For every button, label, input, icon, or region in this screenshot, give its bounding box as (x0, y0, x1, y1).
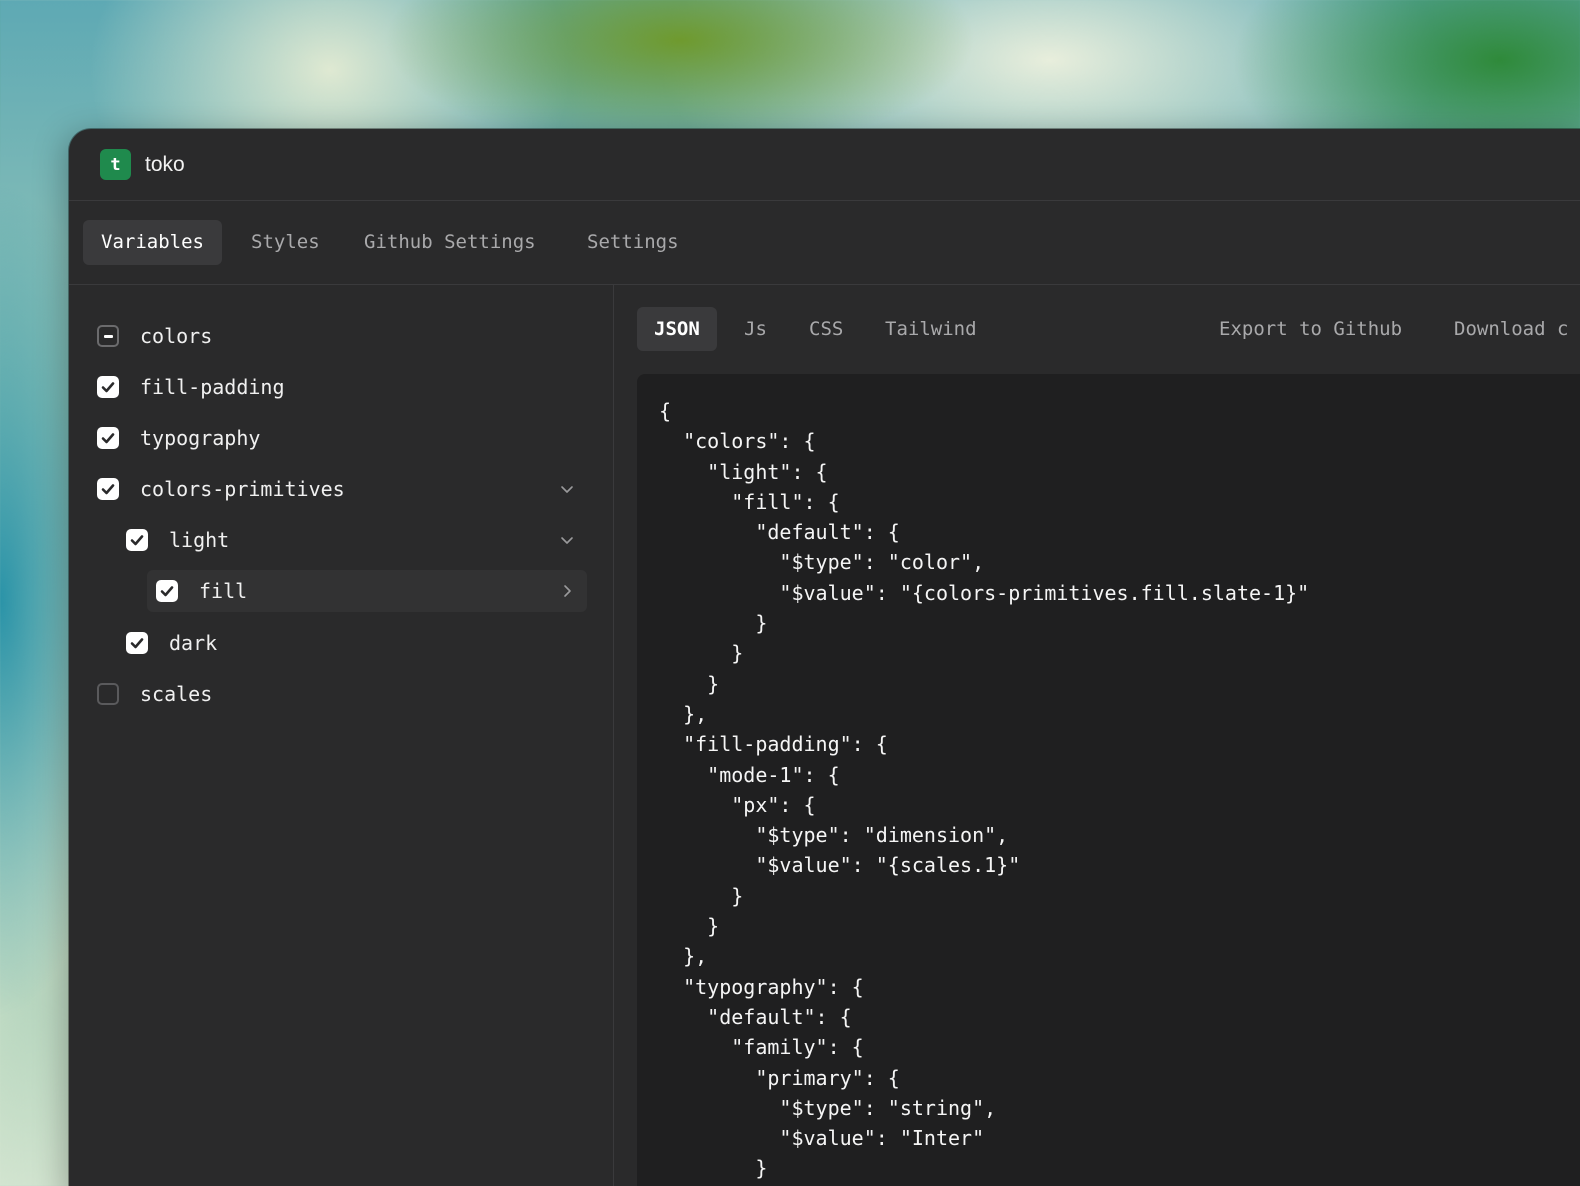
tree-item-label: fill (199, 579, 248, 603)
check-icon (130, 638, 144, 649)
tree-item-colors-primitives[interactable]: colors-primitives (97, 468, 587, 510)
tree-item-label: fill-padding (140, 375, 285, 399)
tree-item-label: colors-primitives (140, 477, 345, 501)
json-code[interactable]: { "colors": { "light": { "fill": { "defa… (659, 396, 1309, 1184)
check-icon (130, 535, 144, 546)
chevron-down-icon[interactable] (559, 532, 575, 548)
tree-item-colors[interactable]: colors (97, 315, 587, 357)
checkbox-checked[interactable] (126, 529, 148, 551)
collection-tree: colors fill-padding typography colors-pr… (69, 285, 614, 1186)
title-bar: t toko (69, 129, 1580, 201)
tree-item-dark[interactable]: dark (126, 622, 587, 664)
chevron-down-icon[interactable] (559, 481, 575, 497)
app-title: toko (145, 152, 185, 176)
tree-item-label: colors (140, 324, 213, 348)
export-panel: JSON Js CSS Tailwind Export to Github Do… (614, 285, 1580, 1186)
tree-item-label: typography (140, 426, 261, 450)
indeterminate-checkbox[interactable] (97, 325, 119, 347)
chevron-right-icon[interactable] (559, 583, 575, 599)
tree-item-label: light (169, 528, 230, 552)
tree-item-label: scales (140, 682, 213, 706)
format-tab-json[interactable]: JSON (637, 307, 717, 351)
checkbox-checked[interactable] (126, 632, 148, 654)
tab-github-settings[interactable]: Github Settings (346, 220, 554, 265)
main-tabs: Variables Styles Github Settings Setting… (69, 201, 1580, 285)
checkbox-checked[interactable] (97, 376, 119, 398)
download-button[interactable]: Download c (1454, 307, 1568, 351)
check-icon (101, 484, 115, 495)
format-tab-tailwind[interactable]: Tailwind (868, 307, 994, 351)
check-icon (101, 433, 115, 444)
app-window: t toko Variables Styles Github Settings … (69, 129, 1580, 1186)
tree-item-fill[interactable]: fill (147, 570, 587, 612)
format-tab-css[interactable]: CSS (792, 307, 860, 351)
tree-item-fill-padding[interactable]: fill-padding (97, 366, 587, 408)
check-icon (101, 382, 115, 393)
tree-item-typography[interactable]: typography (97, 417, 587, 459)
export-to-github-button[interactable]: Export to Github (1219, 307, 1402, 351)
checkbox-unchecked[interactable] (97, 683, 119, 705)
checkbox-checked[interactable] (156, 580, 178, 602)
tree-item-scales[interactable]: scales (97, 673, 587, 715)
format-tab-js[interactable]: Js (727, 307, 784, 351)
app-logo: t (100, 149, 131, 180)
tab-variables[interactable]: Variables (83, 220, 222, 265)
tree-item-light[interactable]: light (126, 519, 587, 561)
code-preview: { "colors": { "light": { "fill": { "defa… (637, 374, 1580, 1186)
tree-item-label: dark (169, 631, 218, 655)
checkbox-checked[interactable] (97, 478, 119, 500)
tab-settings[interactable]: Settings (569, 220, 697, 265)
tab-styles[interactable]: Styles (233, 220, 338, 265)
check-icon (160, 586, 174, 597)
checkbox-checked[interactable] (97, 427, 119, 449)
